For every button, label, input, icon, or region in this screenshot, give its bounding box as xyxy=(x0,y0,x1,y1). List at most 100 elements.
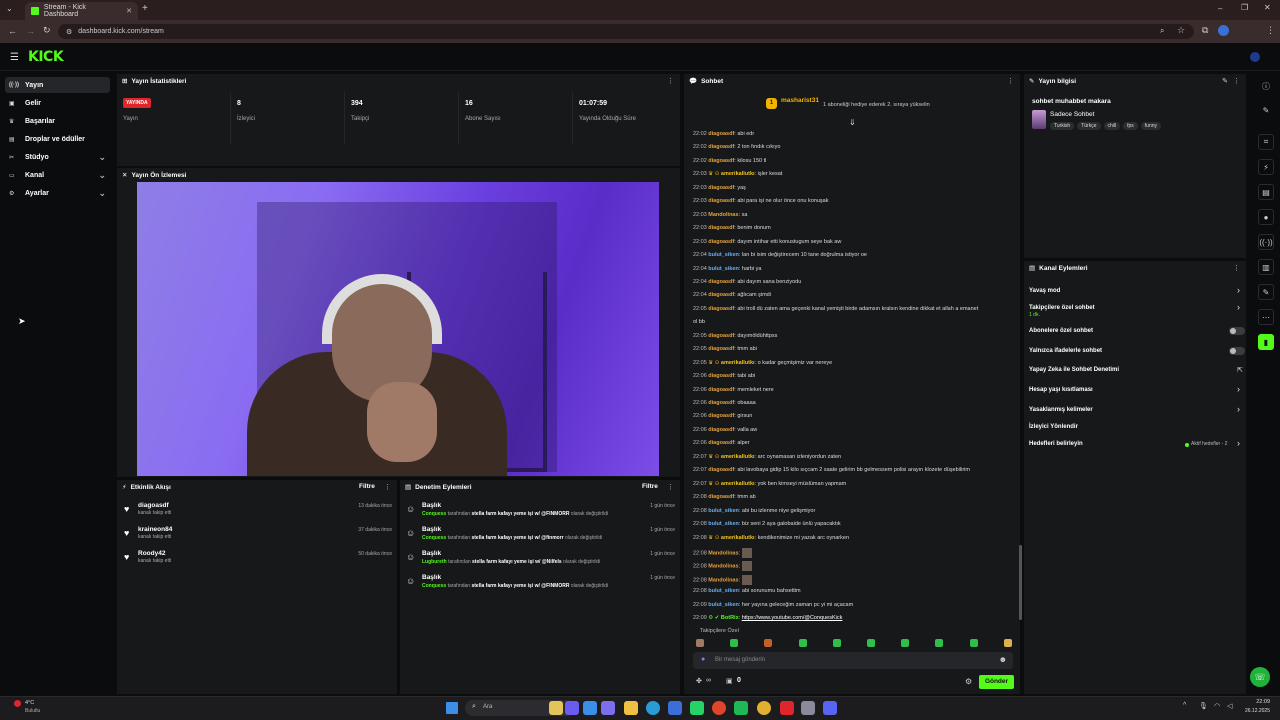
tab-list-chevron-icon[interactable]: ⌄ xyxy=(6,4,13,13)
teams-icon[interactable] xyxy=(601,701,615,715)
chat-username[interactable]: diagoasdf xyxy=(708,333,734,339)
user-avatar[interactable] xyxy=(1250,52,1260,62)
chat-username[interactable]: diagoasdf xyxy=(708,144,734,150)
tag-chip[interactable]: funny xyxy=(1140,122,1162,130)
hamburger-menu-icon[interactable]: ☰ xyxy=(10,52,19,63)
tag-chip[interactable]: Türkçe xyxy=(1077,122,1101,130)
whatsapp-icon[interactable] xyxy=(690,701,704,715)
sidebar-item-5[interactable]: ✂ Stüdyo ⌄ xyxy=(5,149,110,165)
chat-username[interactable]: amerikallutkı xyxy=(721,454,755,460)
mic-icon[interactable]: ● xyxy=(701,656,705,663)
chat-username[interactable]: diagoasdf xyxy=(708,387,734,393)
emote-5-icon[interactable] xyxy=(832,639,841,647)
reload-icon[interactable]: ↻ xyxy=(43,25,51,36)
emote-6-icon[interactable] xyxy=(867,639,875,647)
stream-video[interactable] xyxy=(137,182,659,476)
stats-menu-icon[interactable]: ⋮ xyxy=(667,77,674,85)
chat-username[interactable]: diagoasdf xyxy=(708,185,734,191)
chat-username[interactable]: amerikallutkı xyxy=(721,171,755,177)
tray-volume-icon[interactable]: ◁ xyxy=(1227,702,1232,710)
chat-username[interactable]: amerikallutkı xyxy=(721,481,755,487)
folder-icon[interactable] xyxy=(624,701,638,715)
new-tab-icon[interactable]: + xyxy=(142,3,148,14)
chat-username[interactable]: diagoasdf xyxy=(708,467,734,473)
emote-1-icon[interactable] xyxy=(696,639,704,647)
chat-input[interactable]: ● Bir mesaj gönderin ☻ xyxy=(693,652,1013,669)
info-circle-icon[interactable]: ⓘ xyxy=(1258,78,1274,94)
chrome-active-icon[interactable] xyxy=(757,701,771,715)
pin-active-icon[interactable]: ▮ xyxy=(1258,334,1274,350)
action-toggle[interactable] xyxy=(1229,327,1245,335)
scroll-down-icon[interactable]: ⇓ xyxy=(849,118,856,127)
clock-time[interactable]: 22:09 xyxy=(1248,699,1270,705)
window-restore-icon[interactable]: ❐ xyxy=(1241,3,1248,12)
broadcast-icon[interactable]: ((·)) xyxy=(1258,234,1274,250)
chat-username[interactable]: amerikallutkı xyxy=(721,360,755,366)
tab-close-icon[interactable]: ✕ xyxy=(126,7,132,15)
file-explorer-icon[interactable] xyxy=(549,701,563,715)
notepad-icon[interactable] xyxy=(668,701,682,715)
chat-username[interactable]: bulut_siken xyxy=(708,588,739,594)
emoji-icon[interactable]: ☻ xyxy=(999,655,1007,664)
chat-username[interactable]: diagoasdf xyxy=(708,306,734,312)
emote-10-icon[interactable] xyxy=(1003,639,1012,647)
emote-7-icon[interactable] xyxy=(901,639,910,647)
document-icon[interactable]: ▤ xyxy=(1258,184,1274,200)
activity-user[interactable]: kraineon84 xyxy=(138,526,172,533)
chat-username[interactable]: bulut_siken xyxy=(708,602,739,608)
tag-chip[interactable]: Turkish xyxy=(1050,122,1075,130)
chat-username[interactable]: diagoasdf xyxy=(708,225,734,231)
actions-menu-icon[interactable]: ⋮ xyxy=(1233,264,1240,272)
activity-menu-icon[interactable]: ⋮ xyxy=(384,483,391,491)
chat-username[interactable]: diagoasdf xyxy=(708,158,734,164)
tag-chip[interactable]: chill xyxy=(1103,122,1121,130)
sidebar-item-3[interactable]: ♛ Başarılar xyxy=(5,113,110,129)
browser-tab[interactable]: Stream - Kick Dashboard ✕ xyxy=(25,2,138,20)
chrome-icon[interactable] xyxy=(712,701,726,715)
extensions-icon[interactable]: ⧉ xyxy=(1202,25,1208,36)
bookmark-star-icon[interactable]: ☆ xyxy=(1177,25,1185,36)
info-menu-icon[interactable]: ⋮ xyxy=(1233,77,1240,85)
chat-username[interactable]: Mandolinas xyxy=(708,564,738,570)
profile-avatar[interactable] xyxy=(1218,25,1229,36)
support-chat-button[interactable]: ☏ xyxy=(1250,667,1270,687)
window-minimize-icon[interactable]: – xyxy=(1218,4,1222,13)
chat-username[interactable]: diagoasdf xyxy=(708,131,734,137)
chat-bubble-icon[interactable]: ● xyxy=(1258,209,1274,225)
chat-username[interactable]: Mandolinas xyxy=(708,577,738,583)
tray-network-icon[interactable]: ◠ xyxy=(1214,702,1220,710)
emote-4-icon[interactable] xyxy=(798,639,807,647)
moderation-menu-icon[interactable]: ⋮ xyxy=(667,483,674,491)
back-icon[interactable]: ← xyxy=(8,26,17,36)
photos-icon[interactable] xyxy=(583,701,597,715)
chat-username[interactable]: bulut_siken xyxy=(708,252,739,258)
chat-username[interactable]: bulut_siken xyxy=(708,521,739,527)
settings-icon[interactable] xyxy=(801,701,815,715)
chat-username[interactable]: bulut_siken xyxy=(708,266,739,272)
emote-3-icon[interactable] xyxy=(764,639,773,647)
external-link-icon[interactable]: ⇱ xyxy=(1237,366,1243,374)
lightning-icon[interactable]: ⚡ xyxy=(1258,159,1274,175)
sidebar-item-4[interactable]: ▤ Droplar ve ödüller xyxy=(5,131,110,147)
chat-username[interactable]: BotRix xyxy=(721,615,739,621)
chat-username[interactable]: Mandolinas xyxy=(708,212,738,218)
chat-username[interactable]: diagoasdf xyxy=(708,373,734,379)
moderation-filter-button[interactable]: Filtre xyxy=(642,483,658,490)
kick-logo[interactable]: KICK xyxy=(28,49,64,65)
moderation-actor[interactable]: Conquess xyxy=(422,583,446,589)
moderation-actor[interactable]: Conquess xyxy=(422,511,446,517)
window-close-icon[interactable]: ✕ xyxy=(1264,3,1271,12)
site-info-icon[interactable]: ⚙ xyxy=(66,28,72,36)
crop-icon[interactable]: ⌗ xyxy=(1258,134,1274,150)
pinned-user[interactable]: masharist31 xyxy=(781,97,819,104)
chevron-right-icon[interactable]: › xyxy=(1237,285,1240,295)
sidebar-item-2[interactable]: ▣ Gelir xyxy=(5,95,110,111)
weather-temp[interactable]: 4°C xyxy=(25,700,34,706)
moderation-actor[interactable]: Conquess xyxy=(422,535,446,541)
moderation-actor[interactable]: Lugbureth xyxy=(422,559,447,565)
share-icon[interactable]: ⋯ xyxy=(1258,309,1274,325)
discord-icon[interactable] xyxy=(823,701,837,715)
chat-username[interactable]: diagoasdf xyxy=(708,198,734,204)
chat-scrollbar[interactable] xyxy=(1019,545,1022,620)
sidebar-item-1[interactable]: ((·)) Yayın xyxy=(5,77,110,93)
